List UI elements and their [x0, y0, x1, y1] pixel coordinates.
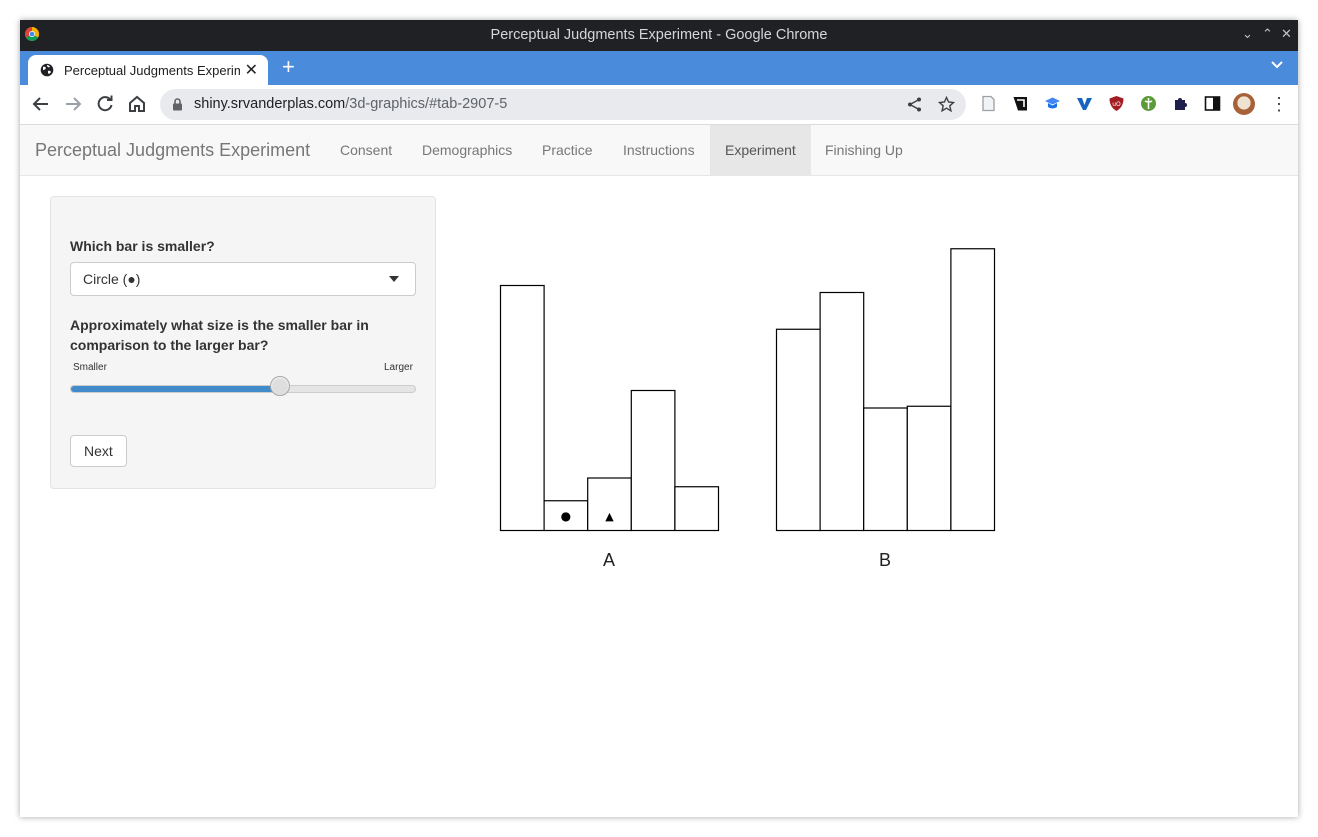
- size-ratio-question: Approximately what size is the smaller b…: [70, 317, 369, 353]
- slider-min-label: Smaller: [73, 362, 107, 373]
- vee-extension-icon[interactable]: [1076, 95, 1093, 112]
- question-panel: Which bar is smaller? Circle (●) Approxi…: [50, 196, 436, 489]
- bar-charts: ● ▲ A B: [499, 248, 996, 570]
- title-bar: Perceptual Judgments Experiment - Google…: [20, 20, 1298, 51]
- tab-experiment[interactable]: Experiment: [710, 125, 811, 175]
- browser-window: Perceptual Judgments Experiment - Google…: [20, 20, 1298, 817]
- leaf-extension-icon[interactable]: [1140, 95, 1157, 112]
- size-ratio-slider[interactable]: [70, 385, 416, 393]
- bar: [906, 405, 952, 532]
- tab-close-button[interactable]: ✕: [245, 60, 258, 80]
- slider-max-label: Larger: [384, 362, 413, 373]
- bar: [863, 407, 908, 532]
- app-brand: Perceptual Judgments Experiment: [35, 140, 311, 160]
- bookmark-star-icon[interactable]: [938, 96, 955, 113]
- side-panel-icon[interactable]: [1204, 95, 1221, 112]
- close-window-button[interactable]: ✕: [1281, 26, 1292, 42]
- notion-extension-icon[interactable]: [1012, 95, 1029, 112]
- back-arrow-icon[interactable]: [31, 94, 51, 114]
- tab-demographics[interactable]: Demographics: [407, 125, 527, 175]
- profile-avatar[interactable]: [1233, 93, 1255, 115]
- smaller-bar-select[interactable]: Circle (●): [70, 262, 416, 296]
- next-button[interactable]: Next: [70, 435, 127, 467]
- triangle-marker: ▲: [605, 510, 614, 523]
- bar: [630, 389, 676, 532]
- bar: [775, 328, 821, 532]
- ublock-origin-icon[interactable]: uO: [1108, 95, 1125, 112]
- url-path: /3d-graphics/#tab-2907-5: [345, 96, 508, 112]
- slider-handle[interactable]: [269, 376, 290, 396]
- url-text[interactable]: shiny.srvanderplas.com/3d-graphics/#tab-…: [194, 96, 507, 112]
- slider-fill: [71, 386, 281, 392]
- tab-finishing-up[interactable]: Finishing Up: [810, 125, 918, 175]
- bar: [674, 486, 720, 532]
- tab-practice[interactable]: Practice: [527, 125, 608, 175]
- smaller-bar-question: Which bar is smaller?: [70, 238, 215, 254]
- minimize-button[interactable]: ⌄: [1242, 26, 1253, 42]
- window-title: Perceptual Judgments Experiment - Google…: [490, 27, 828, 43]
- new-tab-button[interactable]: +: [282, 54, 295, 80]
- graduation-cap-extension-icon[interactable]: [1044, 95, 1061, 112]
- browser-tab[interactable]: Perceptual Judgments Experiment ✕: [28, 55, 268, 85]
- tab-strip: Perceptual Judgments Experiment ✕ +: [20, 51, 1298, 85]
- forward-arrow-icon[interactable]: [63, 94, 83, 114]
- tab-title: Perceptual Judgments Experiment: [64, 63, 240, 78]
- url-host: shiny.srvanderplas.com: [194, 96, 346, 112]
- globe-icon: [40, 63, 54, 77]
- tab-instructions[interactable]: Instructions: [608, 125, 710, 175]
- smaller-bar-selected-value: Circle (●): [83, 271, 141, 287]
- tab-consent[interactable]: Consent: [325, 125, 407, 175]
- chevron-down-icon[interactable]: [1270, 60, 1284, 70]
- lock-icon[interactable]: [172, 98, 183, 111]
- caret-down-icon: [389, 276, 399, 282]
- chart-label: A: [603, 550, 615, 570]
- circle-marker: ●: [561, 509, 571, 523]
- maximize-button[interactable]: ⌃: [1262, 26, 1273, 42]
- svg-text:uO: uO: [1112, 101, 1121, 108]
- reload-icon[interactable]: [95, 94, 115, 114]
- bar-chart-a: ● ▲ A: [499, 284, 720, 570]
- share-icon[interactable]: [906, 96, 923, 113]
- bar-chart-b: B: [775, 248, 996, 570]
- bar: [950, 248, 996, 532]
- browser-toolbar: shiny.srvanderplas.com/3d-graphics/#tab-…: [20, 85, 1298, 125]
- bar: [819, 291, 865, 532]
- app-navbar: Perceptual Judgments Experiment Consent …: [20, 125, 1298, 176]
- home-icon[interactable]: [127, 94, 147, 114]
- more-menu-icon[interactable]: ⋮: [1270, 94, 1288, 114]
- puzzle-extensions-icon[interactable]: [1172, 95, 1189, 112]
- address-bar[interactable]: shiny.srvanderplas.com/3d-graphics/#tab-…: [160, 89, 966, 120]
- document-extension-icon[interactable]: [980, 95, 997, 112]
- bar: [499, 284, 545, 532]
- chart-label: B: [879, 550, 891, 570]
